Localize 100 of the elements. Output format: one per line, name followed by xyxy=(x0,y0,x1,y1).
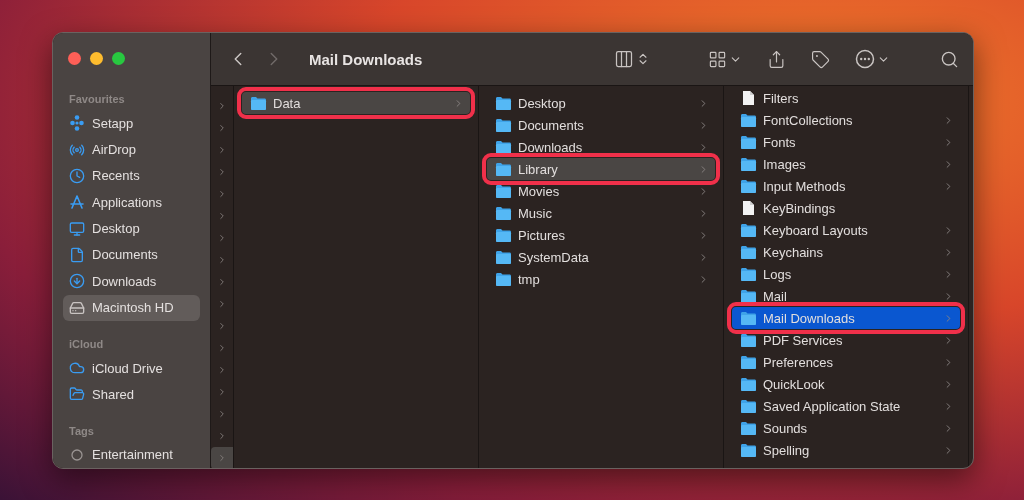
folder-icon xyxy=(740,289,757,303)
chevron-right-icon xyxy=(217,277,227,287)
document-icon xyxy=(740,90,757,106)
chevron-right-icon xyxy=(217,211,227,221)
sidebar-item[interactable]: Entertainment xyxy=(63,441,200,468)
file-row[interactable]: FontCollections xyxy=(732,109,960,131)
chevron-right-icon xyxy=(217,431,227,441)
file-row[interactable]: Preferences xyxy=(732,351,960,373)
folder-icon xyxy=(740,223,757,237)
folder-icon xyxy=(740,245,757,259)
sidebar-item[interactable]: Macintosh HD xyxy=(63,294,200,321)
folder-icon xyxy=(740,377,757,391)
tag-icon xyxy=(811,49,830,69)
folder-icon xyxy=(495,206,512,220)
chevron-right-icon xyxy=(217,365,227,375)
file-row[interactable]: Keychains xyxy=(732,241,960,263)
folder-icon xyxy=(495,250,512,264)
folder-icon xyxy=(740,311,757,325)
sidebar-item[interactable]: Documents xyxy=(63,241,200,269)
folder-icon xyxy=(495,272,512,286)
sidebar-item[interactable]: Desktop xyxy=(63,215,200,242)
file-row[interactable]: Keyboard Layouts xyxy=(732,219,960,241)
document-icon xyxy=(740,200,757,216)
chevron-right-icon xyxy=(217,233,227,243)
chevron-right-icon xyxy=(217,343,227,353)
sidebar-item[interactable]: Downloads xyxy=(63,268,200,295)
search-icon xyxy=(940,49,959,69)
folder-icon xyxy=(740,157,757,171)
download-icon xyxy=(69,273,85,290)
folder-icon xyxy=(495,162,512,176)
sidebar-item[interactable]: Recents xyxy=(63,162,200,190)
sidebar-item[interactable]: Shared xyxy=(63,381,200,408)
ellipsis-circle-icon xyxy=(855,49,875,69)
file-row[interactable]: Documents xyxy=(487,114,715,136)
folder-icon xyxy=(495,96,512,110)
sidebar-item[interactable]: AirDrop xyxy=(63,136,200,163)
path-row[interactable] xyxy=(211,447,233,468)
chevron-right-icon xyxy=(217,255,227,265)
sidebar-section-header: Favourites xyxy=(68,92,126,107)
sidebar-item[interactable]: iCloud Drive xyxy=(63,354,200,382)
chevron-right-icon xyxy=(217,123,227,133)
folder-icon xyxy=(740,421,757,435)
applications-icon xyxy=(69,194,85,211)
folder-icon xyxy=(740,333,757,347)
file-row[interactable]: Mail xyxy=(732,285,960,307)
sidebar-item[interactable]: Setapp xyxy=(63,110,200,137)
chevron-right-icon xyxy=(217,299,227,309)
folder-icon xyxy=(740,443,757,457)
shared-folder-icon xyxy=(69,386,85,403)
grid-icon xyxy=(708,49,727,69)
minimize-button[interactable] xyxy=(90,52,103,65)
file-row[interactable]: Filters xyxy=(732,87,960,109)
chevron-right-icon xyxy=(217,145,227,155)
chevron-right-icon xyxy=(217,453,227,463)
folder-icon xyxy=(495,184,512,198)
file-row[interactable]: Images xyxy=(732,153,960,175)
zoom-button[interactable] xyxy=(112,52,125,65)
sidebar-section-header: iCloud xyxy=(68,336,105,352)
folder-icon xyxy=(740,179,757,193)
columns-icon xyxy=(614,49,634,69)
file-row[interactable]: QuickLook xyxy=(732,373,960,395)
folder-icon xyxy=(250,96,267,110)
file-row[interactable]: PDF Services xyxy=(732,329,960,351)
folder-icon xyxy=(740,135,757,149)
sidebar-section-header: Tags xyxy=(68,423,95,439)
chevron-right-icon xyxy=(217,387,227,397)
folder-icon xyxy=(495,140,512,154)
file-row[interactable]: tmp xyxy=(487,268,715,290)
folder-icon xyxy=(740,399,757,413)
dots-icon xyxy=(69,115,85,132)
tag-circle-icon xyxy=(69,446,85,463)
folder-icon xyxy=(740,355,757,369)
document-icon xyxy=(69,246,85,263)
sidebar-item[interactable]: Applications xyxy=(63,189,200,216)
file-row[interactable]: Spelling xyxy=(732,439,960,461)
file-row[interactable]: KeyBindings xyxy=(732,197,960,219)
chevron-right-icon xyxy=(217,409,227,419)
folder-icon xyxy=(495,118,512,132)
chevron-right-icon xyxy=(217,321,227,331)
file-row[interactable]: Fonts xyxy=(732,131,960,153)
file-row[interactable]: SystemData xyxy=(487,246,715,268)
monitor-icon xyxy=(69,220,85,237)
file-row[interactable]: Desktop xyxy=(487,92,715,114)
chevron-right-icon xyxy=(217,167,227,177)
file-row[interactable]: Saved Application State xyxy=(732,395,960,417)
file-row[interactable]: Pictures xyxy=(487,224,715,246)
file-row[interactable]: Logs xyxy=(732,263,960,285)
file-row[interactable]: Sounds xyxy=(732,417,960,439)
folder-icon xyxy=(740,113,757,127)
chevron-right-icon xyxy=(217,189,227,199)
file-row[interactable]: Movies xyxy=(487,180,715,202)
file-row[interactable]: Input Methods xyxy=(732,175,960,197)
folder-icon xyxy=(495,228,512,242)
clock-icon xyxy=(69,167,85,184)
file-row[interactable]: Downloads xyxy=(487,136,715,158)
share-icon xyxy=(767,49,786,69)
close-button[interactable] xyxy=(68,52,81,65)
file-row[interactable]: Music xyxy=(487,202,715,224)
chevron-right-icon xyxy=(217,101,227,111)
folder-icon xyxy=(740,267,757,281)
